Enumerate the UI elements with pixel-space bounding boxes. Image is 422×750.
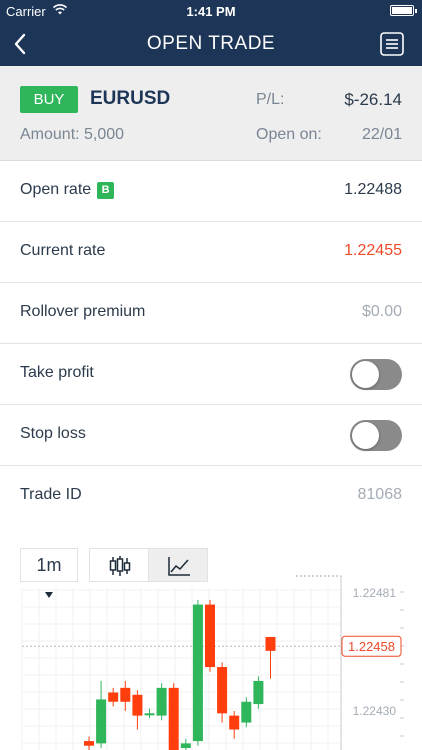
line-chart-icon [168,557,190,576]
chart-panel: 1.22481 1.22430 1.22458 1m [0,540,422,750]
candle [229,715,240,730]
timeframe-button[interactable]: 1m [20,548,78,582]
trade-id-label: Trade ID [20,486,82,503]
battery-icon [390,5,417,16]
candle [168,687,179,750]
candle [205,604,215,668]
trade-details: Open rate B 1.22488 Current rate 1.22455 … [0,161,422,527]
candle [84,741,94,746]
clock: 1:41 PM [186,4,236,19]
current-rate-row: Current rate 1.22455 [0,222,422,283]
take-profit-toggle[interactable] [350,359,402,390]
amount-label: Amount: 5,000 [20,126,125,143]
candle [180,743,191,749]
open-rate-badge: B [97,182,115,199]
current-price-label: 1.22458 [348,639,395,654]
page-title: OPEN TRADE [146,33,276,54]
rollover-premium-row: Rollover premium $0.00 [0,283,422,344]
candle [217,667,228,714]
instrument-symbol: EURUSD [90,88,171,109]
candle [132,694,143,716]
pl-value: $-26.14 [344,90,402,109]
candle [144,713,155,716]
stop-loss-row: Stop loss [0,405,422,466]
list-menu-icon [380,32,404,56]
navigation-bar: OPEN TRADE [0,22,422,66]
toggle-knob [352,422,379,449]
rollover-premium-value: $0.00 [361,303,402,320]
pl-label: P/L: [256,91,285,108]
candle [241,701,252,723]
open-on-value: 22/01 [361,126,402,143]
candlestick-type-button[interactable] [89,548,149,582]
trade-id-row: Trade ID 81068 [0,466,422,527]
y-tick-label: 1.22481 [353,586,397,600]
open-on-label: Open on: [256,126,322,143]
candle [120,687,131,702]
current-rate-label: Current rate [20,242,106,259]
side-badge: BUY [20,86,78,113]
candle [156,687,167,716]
stop-loss-toggle[interactable] [350,420,402,451]
open-rate-value: 1.22488 [344,181,402,198]
candlestick-icon [109,556,131,576]
line-type-button[interactable] [148,548,208,582]
trade-id-value: 81068 [357,486,403,503]
candle [108,692,119,702]
toggle-knob [352,361,379,388]
open-rate-label: Open rate B [20,181,115,199]
rollover-premium-label: Rollover premium [20,303,146,320]
current-rate-value: 1.22455 [344,242,402,259]
status-bar: Carrier 1:41 PM [0,0,422,22]
candle [192,604,203,742]
scroll-marker-icon [45,592,53,598]
candle [96,699,107,744]
take-profit-label: Take profit [20,364,94,381]
candle [253,680,264,705]
menu-button[interactable] [380,32,404,56]
stop-loss-label: Stop loss [20,425,86,442]
take-profit-row: Take profit [0,344,422,405]
trade-summary: BUY EURUSD P/L: $-26.14 Amount: 5,000 Op… [0,66,422,161]
open-rate-row: Open rate B 1.22488 [0,161,422,222]
y-tick-label: 1.22430 [353,704,397,718]
candle [265,636,276,651]
